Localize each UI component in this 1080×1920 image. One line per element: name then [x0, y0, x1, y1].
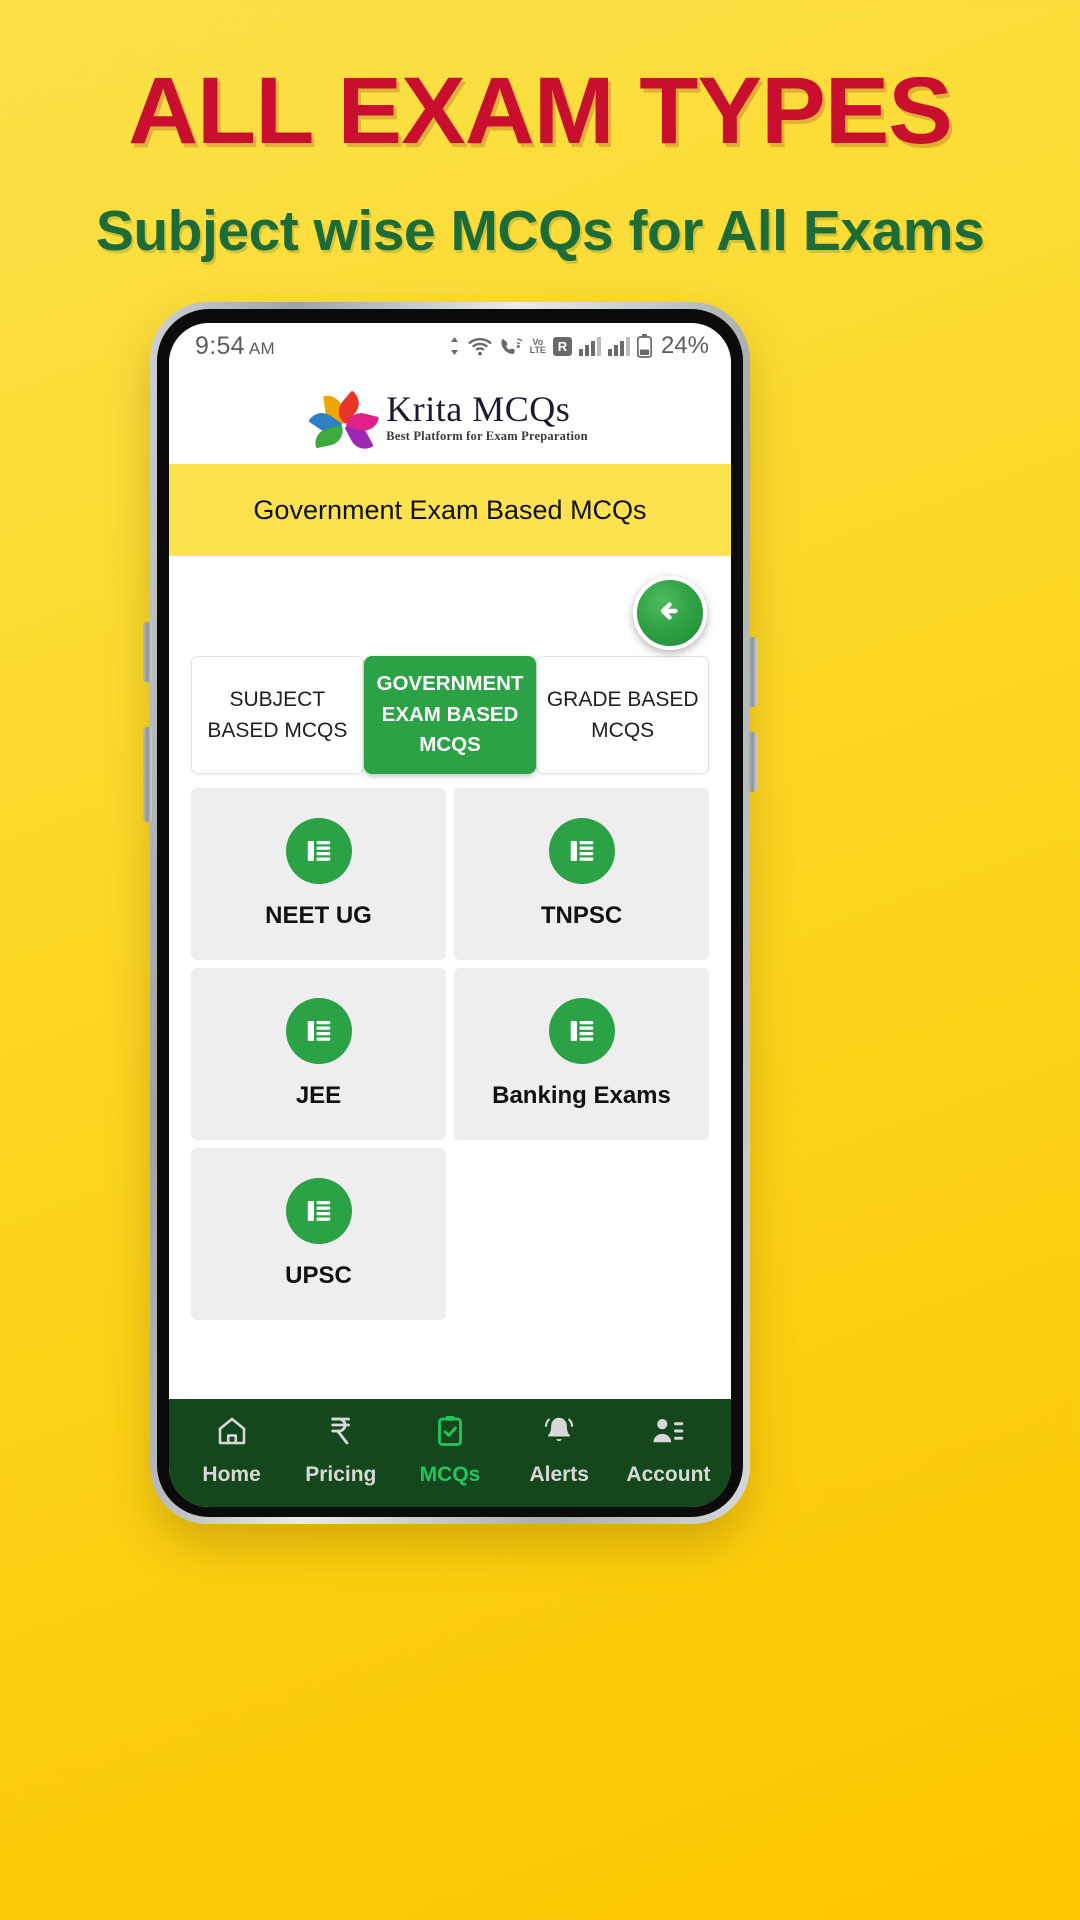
- clipboard-check-icon: [432, 1413, 468, 1454]
- signal-sim1-icon: [578, 336, 601, 356]
- bell-icon: [541, 1413, 577, 1454]
- power-button[interactable]: [748, 637, 757, 707]
- exam-card-neet-ug[interactable]: NEET UG: [191, 788, 446, 960]
- volte-icon: Vo LTE: [529, 338, 546, 355]
- exam-card-tnpsc[interactable]: TNPSC: [454, 788, 709, 960]
- phone-bezel: 9:54 AM Vo LTE R 24% Krita MCQs Best Pla…: [143, 309, 757, 1517]
- nav-label: Account: [626, 1463, 711, 1486]
- list-icon: [548, 818, 615, 884]
- exam-card-banking-exams[interactable]: Banking Exams: [454, 968, 709, 1140]
- volume-down-button[interactable]: [143, 727, 152, 822]
- nav-label: Pricing: [305, 1463, 377, 1486]
- assistant-button[interactable]: [748, 732, 757, 792]
- back-arrow-icon: [650, 591, 690, 636]
- back-button-row: [169, 556, 731, 656]
- exam-card-label: JEE: [295, 1082, 342, 1109]
- app-tagline: Best Platform for Exam Preparation: [386, 428, 588, 443]
- exam-card-label: TNPSC: [540, 902, 623, 929]
- nav-item-home[interactable]: Home: [177, 1413, 286, 1487]
- account-icon: [650, 1413, 686, 1454]
- nav-item-alerts[interactable]: Alerts: [505, 1413, 614, 1487]
- status-time-value: 9:54: [195, 331, 245, 360]
- nav-label: Alerts: [529, 1463, 589, 1486]
- roaming-icon: R: [552, 336, 572, 356]
- exam-card-jee[interactable]: JEE: [191, 968, 446, 1140]
- app-name: Krita MCQs: [386, 388, 571, 429]
- tab-government-exam-based-mcqs[interactable]: GOVERNMENT EXAM BASED MCQS: [363, 656, 537, 774]
- nav-label: MCQs: [419, 1463, 481, 1486]
- status-icons: Vo LTE R 24%: [448, 332, 709, 360]
- mcq-category-tabs: SUBJECT BASED MCQS GOVERNMENT EXAM BASED…: [169, 656, 731, 774]
- exam-card-label: Banking Exams: [492, 1082, 671, 1109]
- call-wifi-icon: [499, 336, 523, 356]
- phone-screen: 9:54 AM Vo LTE R 24% Krita MCQs Best Pla…: [169, 323, 731, 1507]
- battery-icon: [636, 334, 652, 358]
- nav-item-mcqs[interactable]: MCQs: [395, 1413, 504, 1487]
- exam-card-label: UPSC: [285, 1262, 352, 1289]
- page-subtitle: Subject wise MCQs for All Exams: [95, 199, 985, 263]
- volte-bottom: LTE: [529, 345, 546, 355]
- status-bar: 9:54 AM Vo LTE R 24%: [169, 323, 731, 369]
- back-button[interactable]: [633, 576, 707, 650]
- data-transfer-icon: [448, 336, 461, 356]
- nav-item-account[interactable]: Account: [614, 1413, 723, 1487]
- list-icon: [548, 998, 615, 1064]
- section-title-bar: Government Exam Based MCQs: [169, 464, 731, 556]
- section-title: Government Exam Based MCQs: [253, 494, 647, 525]
- home-icon: [214, 1413, 250, 1454]
- status-time: 9:54 AM: [195, 332, 275, 361]
- phone-mockup: 9:54 AM Vo LTE R 24% Krita MCQs Best Pla…: [143, 302, 757, 1524]
- list-icon: [285, 1178, 352, 1244]
- exam-card-upsc[interactable]: UPSC: [191, 1148, 446, 1320]
- app-header: Krita MCQs Best Platform for Exam Prepar…: [169, 369, 731, 464]
- main-content: SUBJECT BASED MCQS GOVERNMENT EXAM BASED…: [169, 556, 731, 1399]
- nav-label: Home: [202, 1463, 261, 1486]
- exam-card-grid: NEET UG TNPSC JEE Banking Exams UPSC: [169, 774, 731, 1320]
- volume-up-button[interactable]: [143, 622, 152, 682]
- signal-sim2-icon: [607, 336, 630, 356]
- rupee-icon: [323, 1413, 359, 1454]
- list-icon: [285, 818, 352, 884]
- app-logo-text: Krita MCQs Best Platform for Exam Prepar…: [386, 391, 587, 443]
- bottom-navigation: Home Pricing MCQs Alerts Account: [169, 1399, 731, 1507]
- tab-grade-based-mcqs[interactable]: GRADE BASED MCQS: [536, 656, 710, 774]
- battery-percent: 24%: [660, 332, 709, 359]
- krita-logo-icon: [308, 384, 380, 454]
- list-icon: [285, 998, 352, 1064]
- wifi-icon: [467, 336, 492, 356]
- nav-item-pricing[interactable]: Pricing: [286, 1413, 395, 1487]
- status-time-ampm: AM: [248, 338, 275, 358]
- page-title: ALL EXAM TYPES: [128, 58, 953, 164]
- tab-subject-based-mcqs[interactable]: SUBJECT BASED MCQS: [191, 656, 364, 774]
- exam-card-label: NEET UG: [265, 902, 372, 929]
